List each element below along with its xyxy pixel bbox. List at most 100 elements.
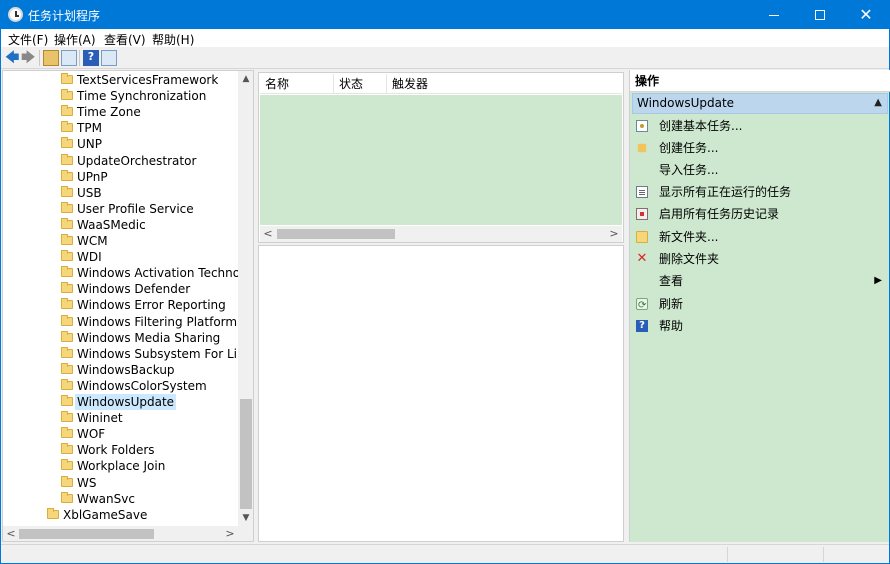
action-label: 创建任务... <box>659 141 719 155</box>
tree-item[interactable]: Windows Media Sharing <box>3 330 238 346</box>
action-delete-folder[interactable]: ✕ 删除文件夹 <box>632 249 888 269</box>
actions-section-header[interactable]: WindowsUpdate ▲ <box>632 93 888 114</box>
tree-item-label: UpdateOrchestrator <box>77 153 197 168</box>
action-enable-history[interactable]: 启用所有任务历史记录 <box>632 204 888 224</box>
action-import-task[interactable]: 导入任务... <box>632 160 888 180</box>
minimize-button[interactable] <box>751 1 797 29</box>
folder-icon <box>61 475 73 487</box>
scroll-thumb[interactable] <box>277 229 395 239</box>
tree-item[interactable]: WaaSMedic <box>3 217 238 233</box>
help-icon: ? <box>636 320 648 332</box>
back-arrow-icon[interactable]: 🡄 <box>5 50 21 66</box>
actions-pane: 操作 WindowsUpdate ▲ 创建基本任务... 创建任务... 导入任… <box>629 70 890 542</box>
column-name[interactable]: 名称 <box>260 74 334 94</box>
action-show-running-tasks[interactable]: 显示所有正在运行的任务 <box>632 182 888 202</box>
tree-item-label: WOF <box>77 427 106 442</box>
tree-item-label: Wininet <box>77 411 123 426</box>
action-pane-icon[interactable] <box>101 50 117 66</box>
folder-icon <box>61 73 73 84</box>
tree-horizontal-scrollbar[interactable]: < > <box>3 526 253 541</box>
column-triggers[interactable]: 触发器 <box>387 74 622 94</box>
tree-item[interactable]: TPM <box>3 120 238 136</box>
action-label: 显示所有正在运行的任务 <box>659 185 792 199</box>
folder-icon <box>61 234 73 245</box>
tree-item[interactable]: Work Folders <box>3 442 238 458</box>
folder-icon <box>61 346 73 358</box>
tree-item[interactable]: WindowsBackup <box>3 362 238 378</box>
tree-item[interactable]: WOF <box>3 426 238 442</box>
scroll-right-icon[interactable]: > <box>222 526 238 541</box>
list-horizontal-scrollbar[interactable]: < > <box>260 226 622 242</box>
scroll-left-icon[interactable]: < <box>3 526 19 541</box>
scroll-up-icon[interactable]: ▲ <box>238 71 253 87</box>
tree-item[interactable]: Windows Filtering Platform <box>3 314 238 330</box>
task-list-body[interactable] <box>260 95 622 225</box>
menu-action[interactable]: 操作(A) <box>54 31 96 48</box>
menu-help[interactable]: 帮助(H) <box>152 31 194 48</box>
tree-item-label: Windows Error Reporting <box>77 298 226 313</box>
tree-item[interactable]: Windows Defender <box>3 281 238 297</box>
tree-item[interactable]: User Profile Service <box>3 201 238 217</box>
folder-icon <box>61 266 73 278</box>
status-bar <box>1 544 889 563</box>
help-icon[interactable]: ? <box>83 50 99 66</box>
scroll-right-icon[interactable]: > <box>606 226 622 242</box>
tree-item[interactable]: UNP <box>3 136 238 152</box>
tree-item-label: USB <box>77 185 102 200</box>
folder-icon <box>61 330 73 342</box>
folder-icon <box>61 153 73 165</box>
tree-item[interactable]: XblGameSave <box>3 507 238 523</box>
refresh-icon <box>636 296 648 316</box>
action-refresh[interactable]: 刷新 <box>632 294 888 316</box>
tree-item-label: WCM <box>77 234 108 248</box>
action-create-basic-task[interactable]: 创建基本任务... <box>632 116 888 136</box>
menu-file[interactable]: 文件(F) <box>8 31 48 48</box>
tree-item[interactable]: Wininet <box>3 410 238 426</box>
collapse-icon[interactable]: ▲ <box>874 97 882 108</box>
tree-item[interactable]: WCM <box>3 233 238 249</box>
new-folder-icon <box>636 231 648 243</box>
tree-item[interactable]: Workplace Join <box>3 458 238 474</box>
tree-item[interactable]: Time Synchronization <box>3 88 238 104</box>
tree-item[interactable]: Windows Activation Technolo <box>3 265 251 281</box>
action-label: 刷新 <box>659 297 684 311</box>
action-view[interactable]: 查看 ▶ <box>632 271 888 291</box>
scroll-left-icon[interactable]: < <box>260 226 276 242</box>
tree-vertical-scrollbar[interactable]: ▲ ▼ <box>238 71 253 526</box>
tree-item-label: Time Zone <box>77 105 141 120</box>
tree-item[interactable]: UpdateOrchestrator <box>3 153 238 169</box>
tree-item-label: TextServicesFramework <box>77 73 219 87</box>
tree-item[interactable]: Windows Subsystem For Linux <box>3 346 253 362</box>
tree-item-label: User Profile Service <box>77 201 194 216</box>
action-create-task[interactable]: 创建任务... <box>632 138 888 158</box>
action-label: 新文件夹... <box>659 230 719 244</box>
tree-item[interactable]: WDI <box>3 249 238 265</box>
tree-item[interactable]: TextServicesFramework <box>3 72 238 88</box>
up-folder-icon[interactable] <box>43 50 59 66</box>
scroll-down-icon[interactable]: ▼ <box>238 510 253 526</box>
forward-arrow-icon[interactable]: 🡆 <box>21 50 37 66</box>
tree-item-label: Work Folders <box>77 443 155 458</box>
scroll-thumb[interactable] <box>19 529 154 539</box>
folder-icon <box>61 250 73 262</box>
show-hide-tree-icon[interactable] <box>61 50 77 66</box>
create-basic-task-icon <box>636 120 648 132</box>
tree-item[interactable]: USB <box>3 185 238 201</box>
menu-view[interactable]: 查看(V) <box>104 31 146 48</box>
action-help[interactable]: ? 帮助 <box>632 316 888 336</box>
tree-item-label: WaaSMedic <box>77 217 146 232</box>
column-status[interactable]: 状态 <box>334 74 387 94</box>
tree-item[interactable]: WS <box>3 475 238 491</box>
tree-item[interactable]: Time Zone <box>3 104 238 120</box>
maximize-button[interactable] <box>797 1 843 29</box>
tree-item-label: Windows Activation Technolo <box>77 266 251 281</box>
tree-item[interactable]: Windows Error Reporting <box>3 297 238 313</box>
tree-item[interactable]: UPnP <box>3 169 238 185</box>
scroll-thumb[interactable] <box>240 399 252 509</box>
close-button[interactable]: ✕ <box>843 1 889 29</box>
tree-item[interactable]: WindowsColorSystem <box>3 378 238 394</box>
tree-item-label: Workplace Join <box>77 459 166 474</box>
tree-item[interactable]: WindowsUpdate <box>3 394 238 410</box>
action-new-folder[interactable]: 新文件夹... <box>632 227 888 247</box>
tree-item[interactable]: WwanSvc <box>3 491 238 507</box>
